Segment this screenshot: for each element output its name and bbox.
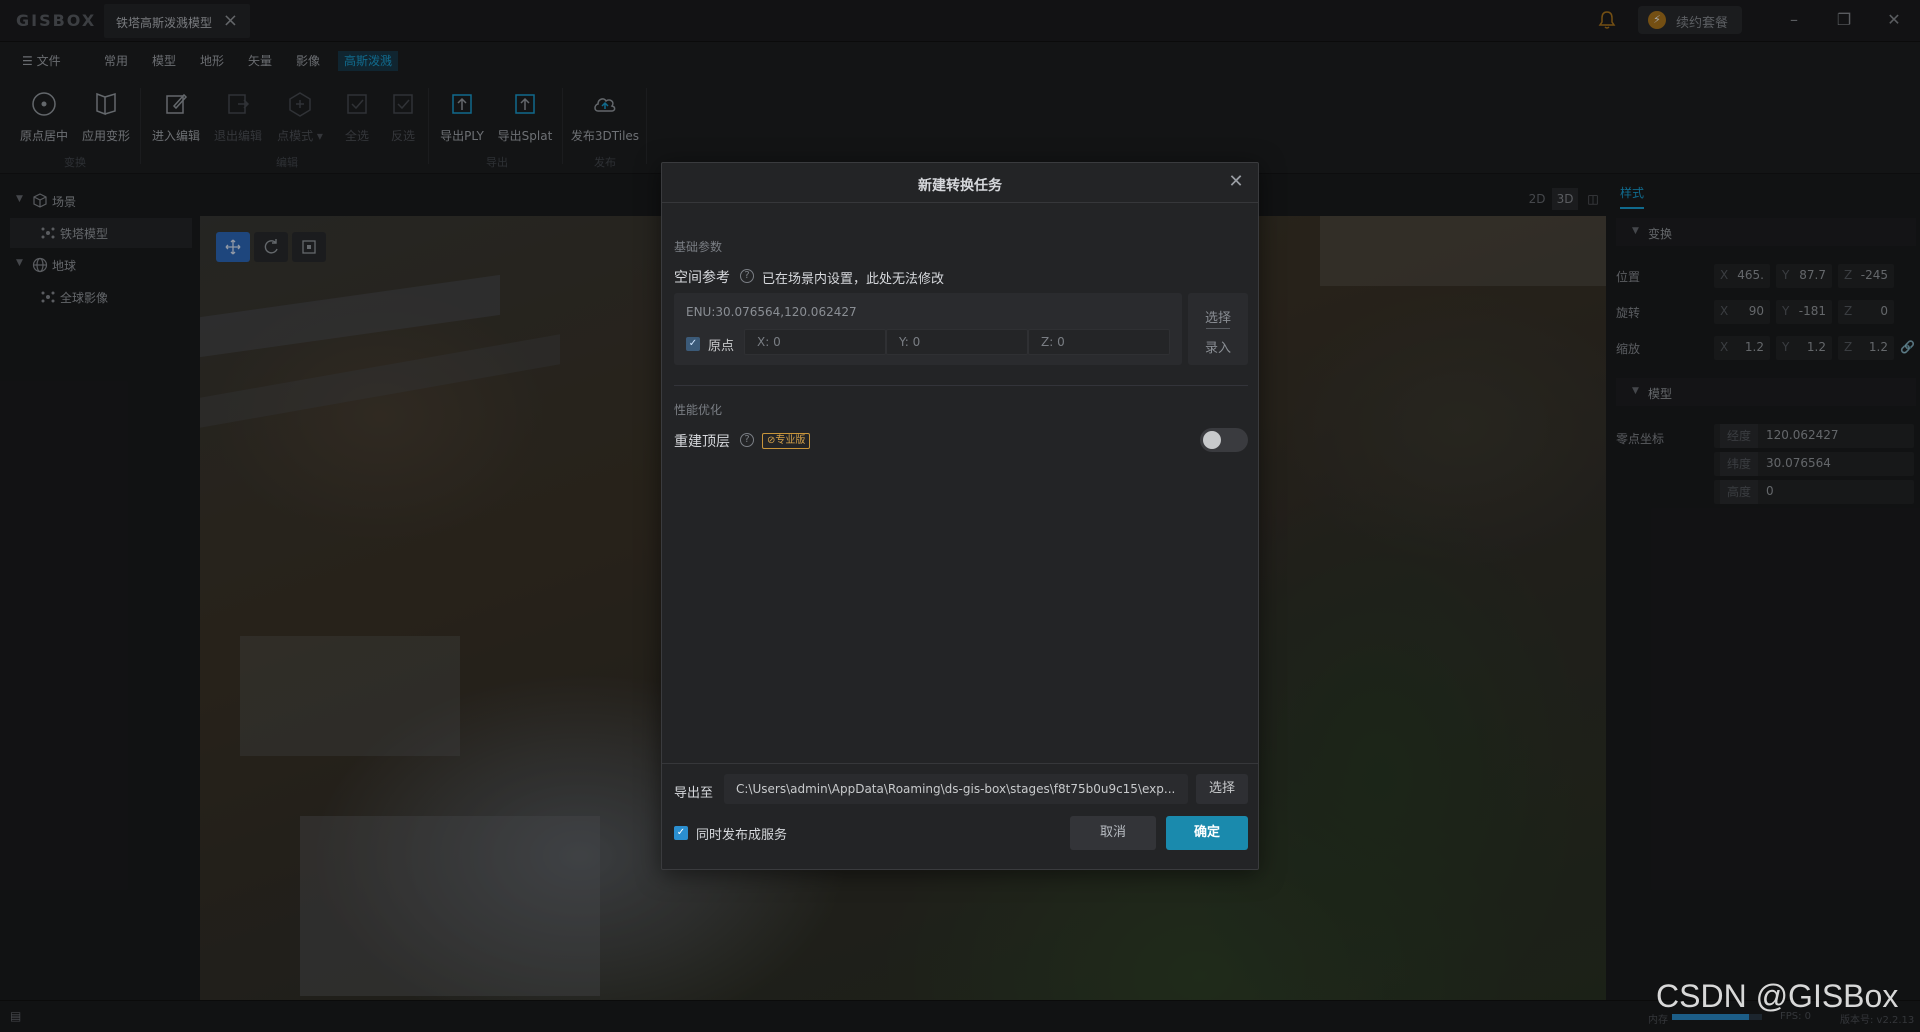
section-divider	[674, 385, 1248, 386]
origin-x-input[interactable]: X: 0	[744, 329, 886, 355]
help-icon[interactable]: ?	[740, 269, 754, 283]
dialog-title: 新建转换任务	[918, 178, 1002, 194]
spatial-ref-mode-switch: 选择 录入	[1188, 293, 1248, 365]
cancel-button[interactable]: 取消	[1070, 816, 1156, 850]
origin-y-value: 0	[912, 335, 921, 349]
origin-y-input[interactable]: Y: 0	[886, 329, 1028, 355]
toggle-knob	[1203, 431, 1221, 449]
coord-value: Z: 0	[1041, 335, 1065, 349]
pro-badge-label: 专业版	[775, 435, 806, 446]
spatial-ref-note: 已在场景内设置，此处无法修改	[762, 272, 945, 287]
spatial-ref-box: ENU:30.076564,120.062427 ✓ 原点 X: 0 Y: 0 …	[674, 293, 1182, 365]
x-axis-label: X:	[757, 335, 770, 349]
rebuild-top-label: 重建顶层	[674, 434, 730, 450]
rebuild-top-toggle[interactable]	[1200, 428, 1248, 452]
origin-z-value: 0	[1057, 335, 1065, 349]
coord-value: Y: 0	[899, 335, 920, 349]
choose-export-path-button[interactable]: 选择	[1196, 774, 1248, 804]
watermark-text: CSDN @GISBox	[1656, 978, 1899, 1014]
close-icon[interactable]: ✕	[1226, 172, 1246, 192]
z-axis-label: Z:	[1041, 335, 1054, 349]
coord-value: X: 0	[757, 335, 781, 349]
origin-z-input[interactable]: Z: 0	[1028, 329, 1170, 355]
dialog-header: 新建转换任务 ✕	[662, 163, 1258, 203]
spatial-ref-label: 空间参考	[674, 270, 730, 286]
origin-checkbox[interactable]: ✓	[686, 337, 700, 351]
pro-badge: ⊘专业版	[762, 433, 811, 449]
publish-service-checkbox[interactable]: ✓	[674, 826, 688, 840]
enu-value: ENU:30.076564,120.062427	[686, 305, 857, 319]
origin-label: 原点	[708, 339, 735, 354]
choose-mode-button[interactable]: 选择	[1188, 307, 1248, 326]
confirm-button[interactable]: 确定	[1166, 816, 1248, 850]
origin-x-value: 0	[773, 335, 781, 349]
input-mode-button[interactable]: 录入	[1188, 337, 1248, 356]
export-to-label: 导出至	[674, 786, 714, 801]
perf-heading: 性能优化	[674, 403, 723, 417]
y-axis-label: Y:	[899, 335, 909, 349]
help-icon[interactable]: ?	[740, 433, 754, 447]
publish-service-label: 同时发布成服务	[696, 828, 788, 843]
export-path-input[interactable]: C:\Users\admin\AppData\Roaming\ds-gis-bo…	[724, 774, 1188, 804]
export-path-value: C:\Users\admin\AppData\Roaming\ds-gis-bo…	[736, 782, 1176, 796]
mode-divider	[1206, 328, 1230, 329]
basic-params-heading: 基础参数	[674, 240, 723, 254]
new-conversion-task-dialog: 新建转换任务 ✕ 基础参数 空间参考 ? 已在场景内设置，此处无法修改 ENU:…	[661, 162, 1259, 870]
dialog-footer: 导出至 C:\Users\admin\AppData\Roaming\ds-gi…	[662, 763, 1258, 869]
